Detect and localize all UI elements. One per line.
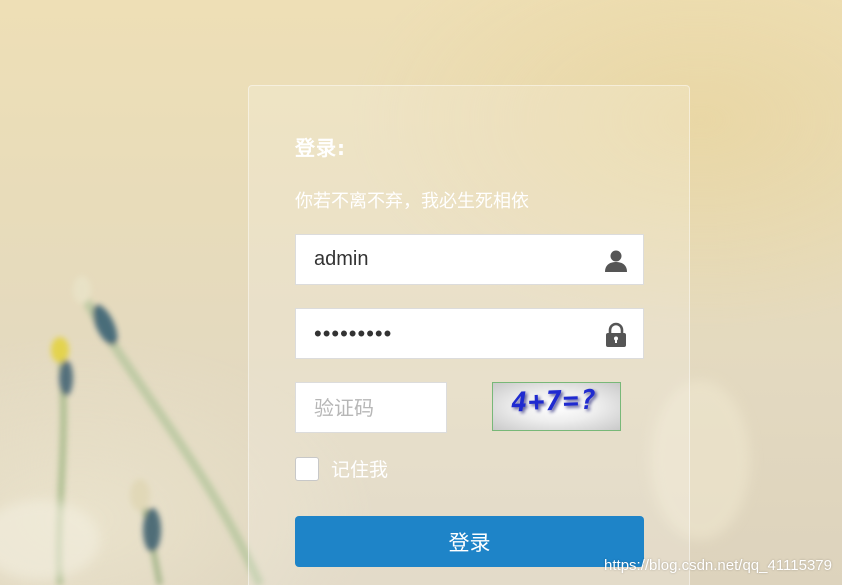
remember-me-option[interactable]: 记住我 <box>295 455 388 482</box>
login-title: 登录: <box>295 136 346 160</box>
login-button[interactable]: 登录 <box>295 516 644 567</box>
login-slogan: 你若不离不弃，我必生死相依 <box>295 191 529 212</box>
watermark-text: https://blog.csdn.net/qq_41115379 <box>604 557 832 574</box>
remember-me-label: 记住我 <box>331 459 389 481</box>
captcha-field-wrapper <box>295 382 447 433</box>
remember-me-checkbox[interactable] <box>295 456 319 481</box>
password-field-wrapper <box>295 308 644 359</box>
username-field-wrapper <box>295 234 644 285</box>
captcha-input[interactable] <box>296 383 446 432</box>
login-panel: 登录: 你若不离不弃，我必生死相依 4+7=? 记住我 登录 <box>248 85 690 585</box>
username-input[interactable] <box>296 235 643 284</box>
password-input[interactable] <box>296 309 643 358</box>
lock-icon <box>606 322 626 347</box>
captcha-image[interactable]: 4+7=? <box>492 382 621 431</box>
captcha-image-text: 4+7=? <box>510 384 598 419</box>
user-icon <box>605 250 627 272</box>
